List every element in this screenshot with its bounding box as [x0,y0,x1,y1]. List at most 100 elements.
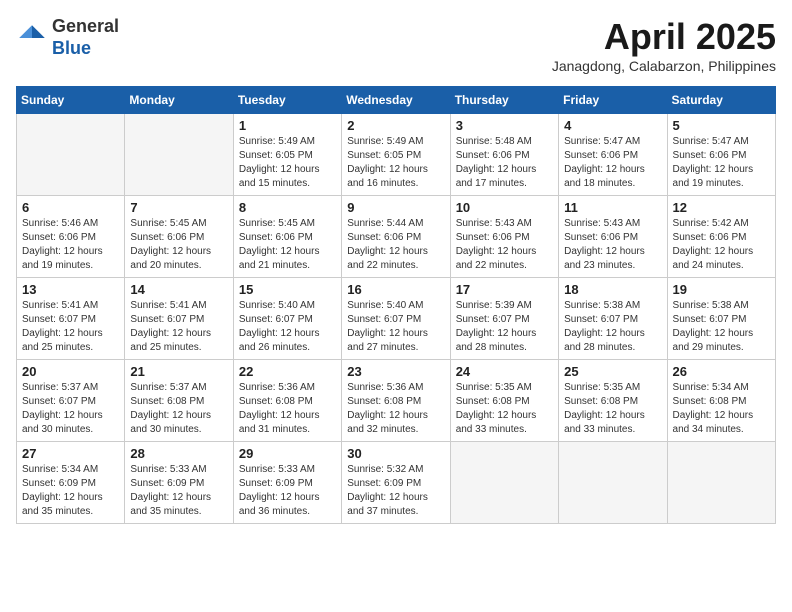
calendar-cell [667,442,775,524]
day-number: 2 [347,118,444,133]
day-detail: Sunrise: 5:39 AM Sunset: 6:07 PM Dayligh… [456,299,553,355]
calendar-cell: 15 Sunrise: 5:40 AM Sunset: 6:07 PM Dayl… [233,278,341,360]
day-number: 22 [239,364,336,379]
header-monday: Monday [125,87,233,114]
calendar-cell: 11 Sunrise: 5:43 AM Sunset: 6:06 PM Dayl… [559,196,667,278]
day-detail: Sunrise: 5:37 AM Sunset: 6:07 PM Dayligh… [22,381,119,437]
calendar-cell: 8 Sunrise: 5:45 AM Sunset: 6:06 PM Dayli… [233,196,341,278]
calendar-cell: 20 Sunrise: 5:37 AM Sunset: 6:07 PM Dayl… [17,360,125,442]
day-number: 17 [456,282,553,297]
day-detail: Sunrise: 5:42 AM Sunset: 6:06 PM Dayligh… [673,217,770,273]
calendar-cell: 30 Sunrise: 5:32 AM Sunset: 6:09 PM Dayl… [342,442,450,524]
calendar-cell: 12 Sunrise: 5:42 AM Sunset: 6:06 PM Dayl… [667,196,775,278]
day-number: 12 [673,200,770,215]
day-detail: Sunrise: 5:41 AM Sunset: 6:07 PM Dayligh… [130,299,227,355]
day-number: 27 [22,446,119,461]
day-number: 5 [673,118,770,133]
day-number: 26 [673,364,770,379]
calendar-week-2: 13 Sunrise: 5:41 AM Sunset: 6:07 PM Dayl… [17,278,776,360]
day-number: 29 [239,446,336,461]
calendar-week-3: 20 Sunrise: 5:37 AM Sunset: 6:07 PM Dayl… [17,360,776,442]
calendar-cell: 16 Sunrise: 5:40 AM Sunset: 6:07 PM Dayl… [342,278,450,360]
day-detail: Sunrise: 5:36 AM Sunset: 6:08 PM Dayligh… [239,381,336,437]
calendar-cell: 18 Sunrise: 5:38 AM Sunset: 6:07 PM Dayl… [559,278,667,360]
day-detail: Sunrise: 5:36 AM Sunset: 6:08 PM Dayligh… [347,381,444,437]
calendar-cell: 6 Sunrise: 5:46 AM Sunset: 6:06 PM Dayli… [17,196,125,278]
day-number: 9 [347,200,444,215]
calendar-cell: 17 Sunrise: 5:39 AM Sunset: 6:07 PM Dayl… [450,278,558,360]
day-number: 6 [22,200,119,215]
header-thursday: Thursday [450,87,558,114]
day-detail: Sunrise: 5:44 AM Sunset: 6:06 PM Dayligh… [347,217,444,273]
day-number: 10 [456,200,553,215]
day-detail: Sunrise: 5:41 AM Sunset: 6:07 PM Dayligh… [22,299,119,355]
calendar-cell: 7 Sunrise: 5:45 AM Sunset: 6:06 PM Dayli… [125,196,233,278]
calendar-header-row: Sunday Monday Tuesday Wednesday Thursday… [17,87,776,114]
day-number: 23 [347,364,444,379]
calendar-cell: 14 Sunrise: 5:41 AM Sunset: 6:07 PM Dayl… [125,278,233,360]
calendar-week-1: 6 Sunrise: 5:46 AM Sunset: 6:06 PM Dayli… [17,196,776,278]
day-detail: Sunrise: 5:45 AM Sunset: 6:06 PM Dayligh… [130,217,227,273]
header-wednesday: Wednesday [342,87,450,114]
day-number: 8 [239,200,336,215]
day-number: 28 [130,446,227,461]
logo-general-text: General [52,16,119,38]
calendar-cell: 29 Sunrise: 5:33 AM Sunset: 6:09 PM Dayl… [233,442,341,524]
title-block: April 2025 Janagdong, Calabarzon, Philip… [552,16,776,74]
logo-text: General Blue [52,16,119,59]
day-detail: Sunrise: 5:46 AM Sunset: 6:06 PM Dayligh… [22,217,119,273]
calendar-cell: 2 Sunrise: 5:49 AM Sunset: 6:05 PM Dayli… [342,114,450,196]
day-detail: Sunrise: 5:34 AM Sunset: 6:08 PM Dayligh… [673,381,770,437]
day-detail: Sunrise: 5:45 AM Sunset: 6:06 PM Dayligh… [239,217,336,273]
calendar-cell: 25 Sunrise: 5:35 AM Sunset: 6:08 PM Dayl… [559,360,667,442]
day-detail: Sunrise: 5:34 AM Sunset: 6:09 PM Dayligh… [22,463,119,519]
calendar-cell: 26 Sunrise: 5:34 AM Sunset: 6:08 PM Dayl… [667,360,775,442]
day-number: 16 [347,282,444,297]
location-text: Janagdong, Calabarzon, Philippines [552,58,776,74]
day-number: 21 [130,364,227,379]
header-saturday: Saturday [667,87,775,114]
day-detail: Sunrise: 5:40 AM Sunset: 6:07 PM Dayligh… [347,299,444,355]
day-detail: Sunrise: 5:32 AM Sunset: 6:09 PM Dayligh… [347,463,444,519]
day-detail: Sunrise: 5:43 AM Sunset: 6:06 PM Dayligh… [456,217,553,273]
day-detail: Sunrise: 5:48 AM Sunset: 6:06 PM Dayligh… [456,135,553,191]
day-detail: Sunrise: 5:49 AM Sunset: 6:05 PM Dayligh… [347,135,444,191]
calendar-cell: 4 Sunrise: 5:47 AM Sunset: 6:06 PM Dayli… [559,114,667,196]
day-number: 25 [564,364,661,379]
month-title: April 2025 [552,16,776,58]
day-detail: Sunrise: 5:37 AM Sunset: 6:08 PM Dayligh… [130,381,227,437]
calendar-cell: 5 Sunrise: 5:47 AM Sunset: 6:06 PM Dayli… [667,114,775,196]
day-number: 11 [564,200,661,215]
day-detail: Sunrise: 5:47 AM Sunset: 6:06 PM Dayligh… [564,135,661,191]
day-number: 14 [130,282,227,297]
day-number: 15 [239,282,336,297]
day-number: 20 [22,364,119,379]
calendar-cell: 10 Sunrise: 5:43 AM Sunset: 6:06 PM Dayl… [450,196,558,278]
header-tuesday: Tuesday [233,87,341,114]
calendar-cell [17,114,125,196]
calendar-cell: 23 Sunrise: 5:36 AM Sunset: 6:08 PM Dayl… [342,360,450,442]
header-sunday: Sunday [17,87,125,114]
header-friday: Friday [559,87,667,114]
calendar-cell: 9 Sunrise: 5:44 AM Sunset: 6:06 PM Dayli… [342,196,450,278]
day-number: 24 [456,364,553,379]
logo-blue-text: Blue [52,38,119,60]
calendar-cell [450,442,558,524]
day-detail: Sunrise: 5:35 AM Sunset: 6:08 PM Dayligh… [564,381,661,437]
calendar-cell: 22 Sunrise: 5:36 AM Sunset: 6:08 PM Dayl… [233,360,341,442]
calendar-week-4: 27 Sunrise: 5:34 AM Sunset: 6:09 PM Dayl… [17,442,776,524]
calendar-cell [559,442,667,524]
day-number: 1 [239,118,336,133]
calendar-cell: 3 Sunrise: 5:48 AM Sunset: 6:06 PM Dayli… [450,114,558,196]
calendar-cell: 28 Sunrise: 5:33 AM Sunset: 6:09 PM Dayl… [125,442,233,524]
day-number: 13 [22,282,119,297]
day-number: 18 [564,282,661,297]
day-number: 3 [456,118,553,133]
day-detail: Sunrise: 5:49 AM Sunset: 6:05 PM Dayligh… [239,135,336,191]
day-number: 30 [347,446,444,461]
day-detail: Sunrise: 5:35 AM Sunset: 6:08 PM Dayligh… [456,381,553,437]
calendar-cell: 21 Sunrise: 5:37 AM Sunset: 6:08 PM Dayl… [125,360,233,442]
day-detail: Sunrise: 5:40 AM Sunset: 6:07 PM Dayligh… [239,299,336,355]
calendar-cell: 1 Sunrise: 5:49 AM Sunset: 6:05 PM Dayli… [233,114,341,196]
logo: General Blue [16,16,119,59]
